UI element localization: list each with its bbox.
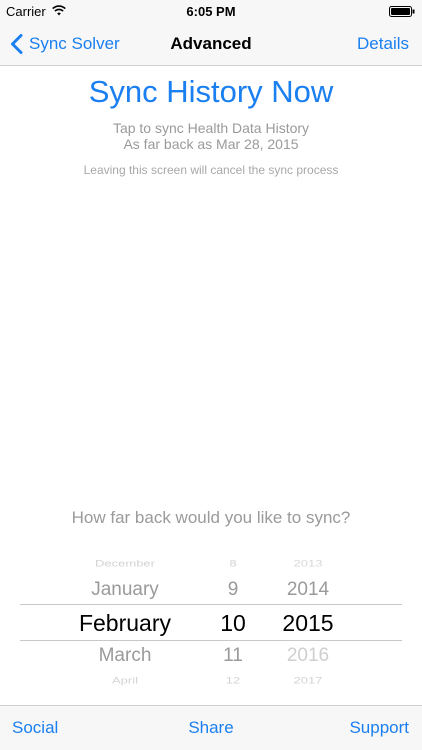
navigation-bar: Sync Solver Advanced Details <box>0 22 422 66</box>
month-option[interactable]: January <box>60 579 190 601</box>
sync-range-question: How far back would you like to sync? <box>71 508 351 527</box>
battery-full-icon <box>389 6 415 17</box>
year-option[interactable]: 2013 <box>266 558 350 569</box>
status-bar: Carrier 6:05 PM <box>0 0 422 22</box>
sync-history-now-button[interactable]: Sync History Now <box>0 74 422 110</box>
status-time: 6:05 PM <box>186 4 236 19</box>
day-option[interactable]: 12 <box>205 675 261 686</box>
year-option[interactable]: 2014 <box>266 579 350 601</box>
month-option[interactable]: March <box>60 645 190 667</box>
sync-instruction-text: Tap to sync Health Data History <box>112 120 310 136</box>
day-wheel[interactable]: 8 9 10 11 12 <box>205 548 261 688</box>
year-option[interactable]: 2017 <box>266 675 350 686</box>
year-option[interactable]: 2016 <box>266 645 350 667</box>
month-wheel[interactable]: December January February March April <box>60 548 190 688</box>
day-option[interactable]: 9 <box>205 579 261 601</box>
bottom-toolbar: Social Share Support <box>0 705 422 750</box>
year-wheel[interactable]: 2013 2014 2015 2016 2017 <box>266 548 350 688</box>
sync-range-text: As far back as Mar 28, 2015 <box>123 136 299 152</box>
month-option-selected[interactable]: February <box>60 610 190 637</box>
month-option[interactable]: December <box>60 558 190 569</box>
support-button[interactable]: Support <box>349 718 409 738</box>
screen: Carrier 6:05 PM Sync Solver Advanced Det… <box>0 0 422 750</box>
day-option[interactable]: 8 <box>205 558 261 569</box>
date-picker[interactable]: December January February March April 8 … <box>0 548 422 688</box>
day-option-selected[interactable]: 10 <box>205 610 261 637</box>
day-option[interactable]: 11 <box>205 645 261 667</box>
month-option[interactable]: April <box>60 675 190 686</box>
year-option-selected[interactable]: 2015 <box>266 610 350 637</box>
cancel-warning-text: Leaving this screen will cancel the sync… <box>83 163 339 177</box>
details-button[interactable]: Details <box>357 34 409 54</box>
